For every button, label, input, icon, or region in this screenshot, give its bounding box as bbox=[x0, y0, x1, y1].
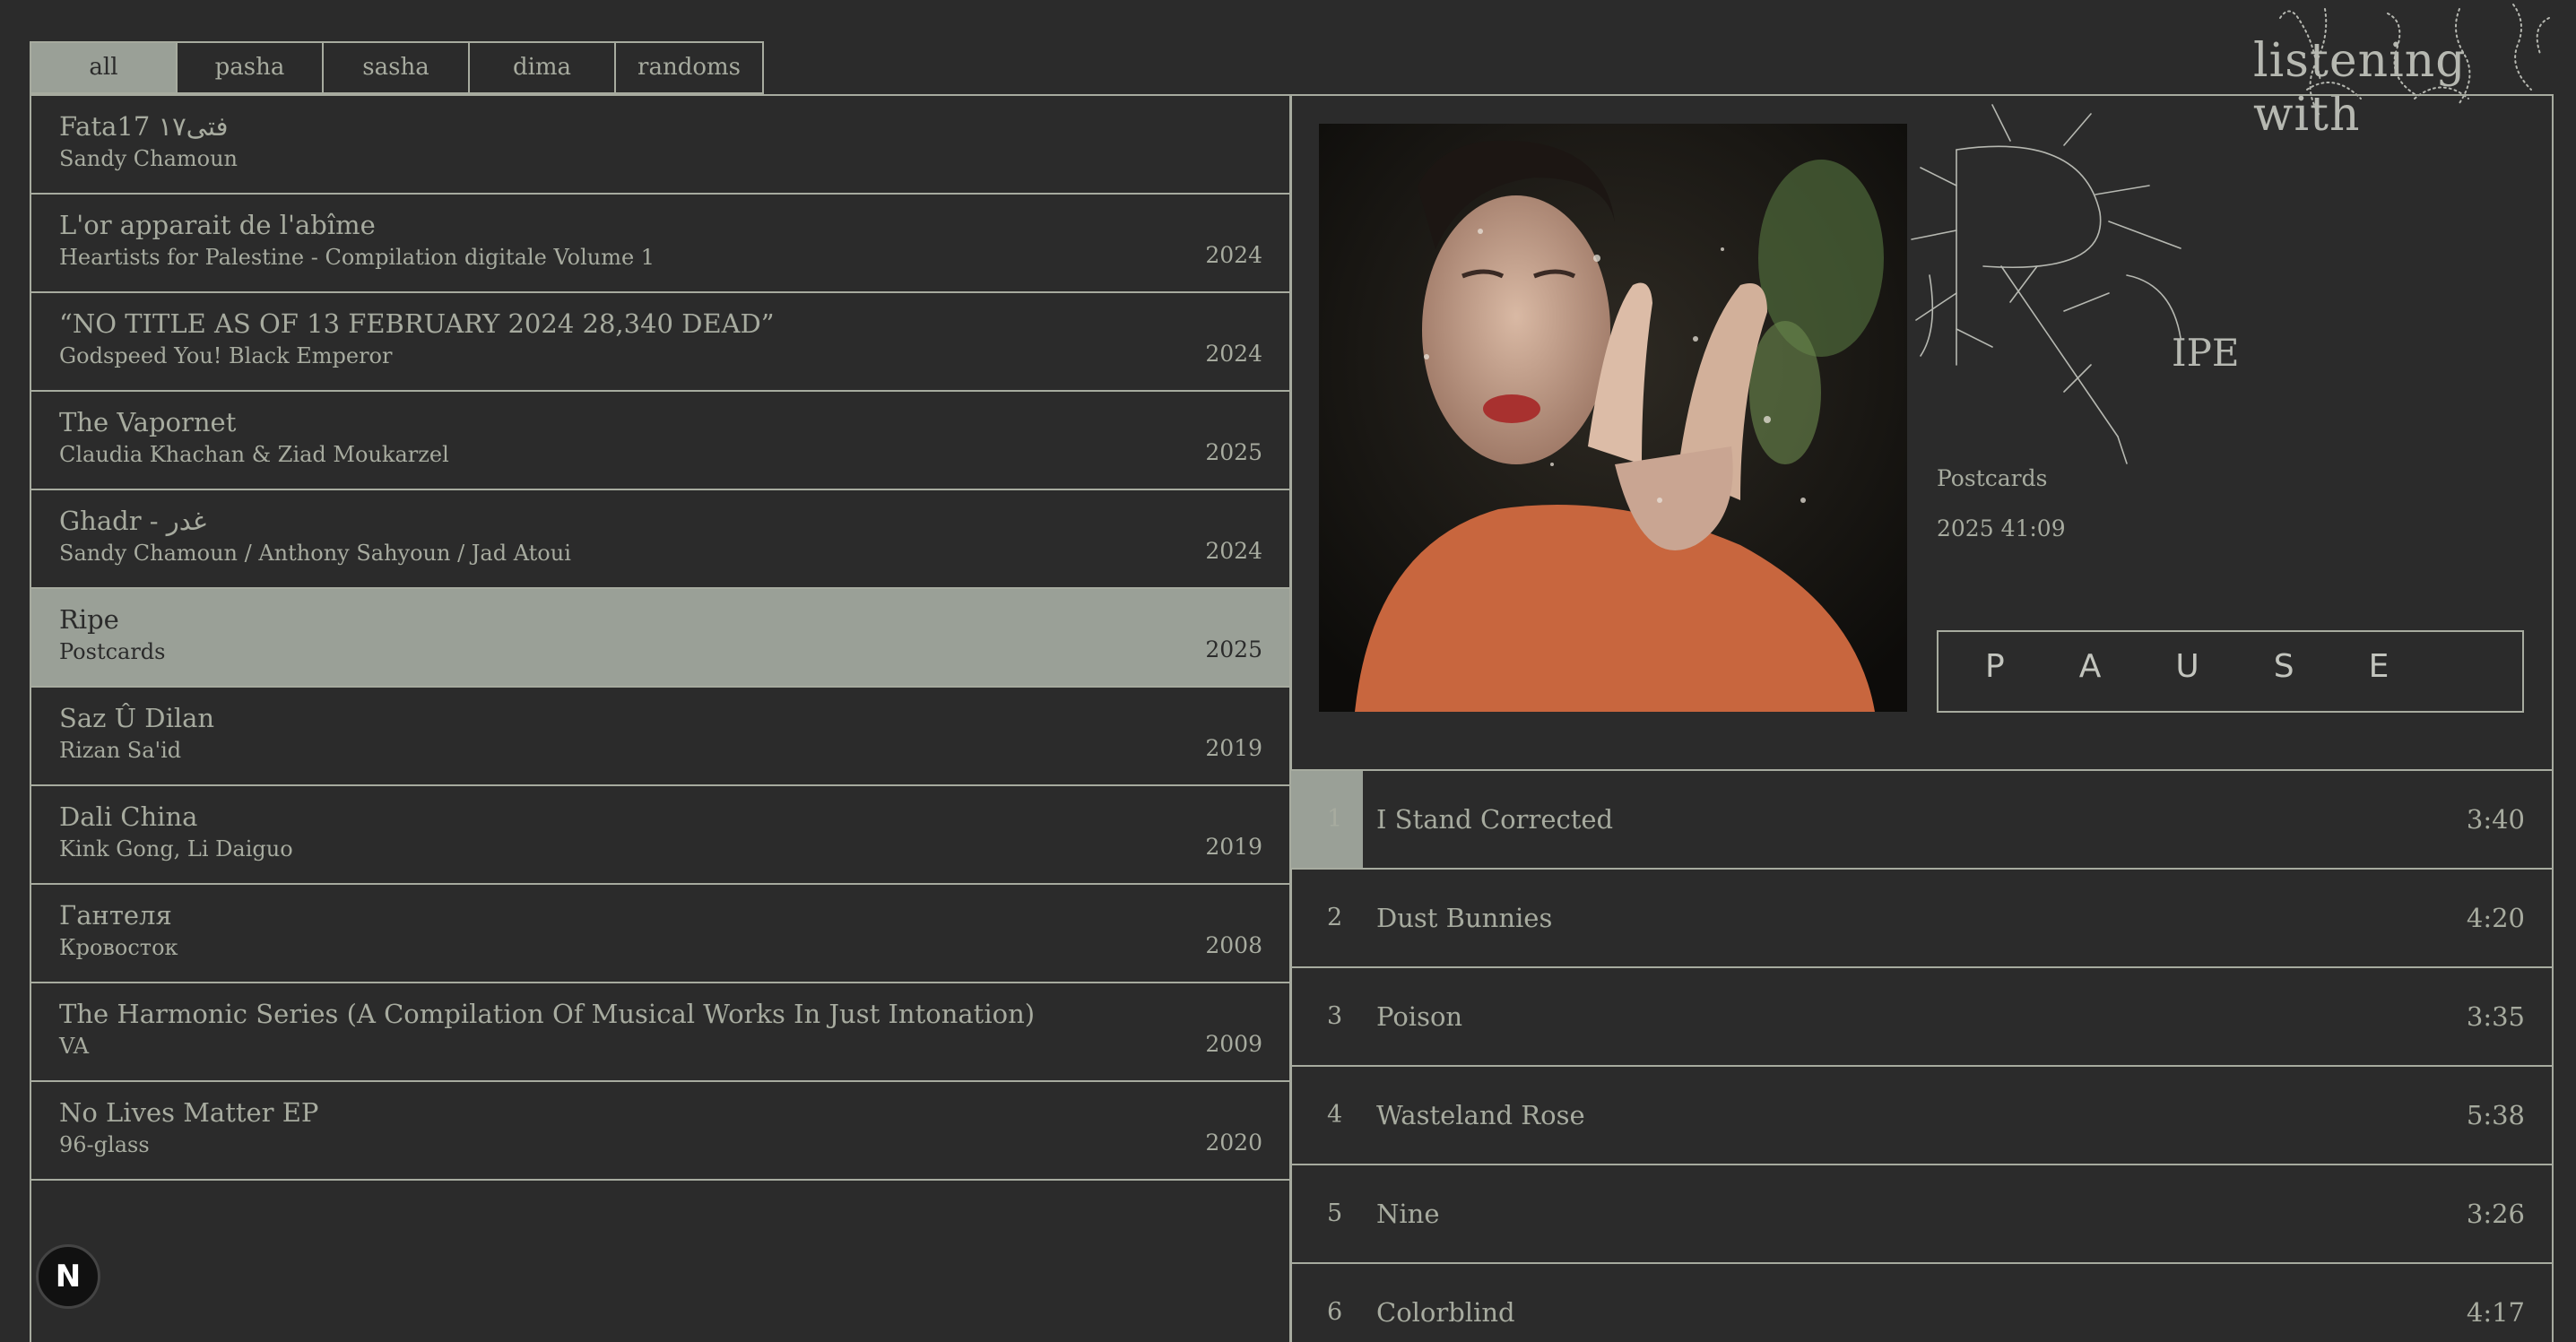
album-initial-vines-icon bbox=[1911, 104, 2181, 464]
album-year: 2025 bbox=[1205, 439, 1262, 465]
album-artist: Rizan Sa'id bbox=[59, 738, 182, 763]
album-year: 2009 bbox=[1205, 1031, 1262, 1057]
track-number: 2 bbox=[1327, 904, 1343, 931]
track-number: 5 bbox=[1327, 1199, 1343, 1227]
tab-all[interactable]: all bbox=[31, 43, 178, 92]
album-artist: Sandy Chamoun / Anthony Sahyoun / Jad At… bbox=[59, 541, 571, 566]
album-year: 2024 bbox=[1205, 242, 1262, 268]
album-title: “NO TITLE AS OF 13 FEBRUARY 2024 28,340 … bbox=[59, 308, 775, 339]
album-year: 2025 bbox=[1205, 636, 1262, 662]
tab-dima[interactable]: dima bbox=[470, 43, 616, 92]
tab-pasha[interactable]: pasha bbox=[178, 43, 324, 92]
list-item[interactable]: The Harmonic Series (A Compilation Of Mu… bbox=[31, 983, 1290, 1082]
list-item[interactable]: No Lives Matter EP 96-glass 2020 bbox=[31, 1082, 1290, 1181]
album-title: No Lives Matter EP bbox=[59, 1097, 319, 1128]
track-row[interactable]: 2 Dust Bunnies 4:20 bbox=[1291, 868, 2552, 966]
track-row[interactable]: 3 Poison 3:35 bbox=[1291, 966, 2552, 1065]
list-item[interactable]: Saz Û Dilan Rizan Sa'id 2019 bbox=[31, 688, 1290, 786]
album-year: 2024 bbox=[1205, 538, 1262, 564]
track-row[interactable]: 5 Nine 3:26 bbox=[1291, 1164, 2552, 1262]
track-title: Nine bbox=[1376, 1199, 1440, 1229]
list-item[interactable]: Dali China Kink Gong, Li Daiguo 2019 bbox=[31, 786, 1290, 885]
track-number: 4 bbox=[1327, 1101, 1343, 1129]
album-artist: Sandy Chamoun bbox=[59, 146, 239, 171]
pause-label: P A U S E bbox=[1985, 648, 2390, 685]
album-year: 2020 bbox=[1205, 1130, 1262, 1156]
album-title: Dali China bbox=[59, 801, 198, 832]
album-title: L'or apparait de l'abîme bbox=[59, 210, 376, 240]
list-item[interactable]: The Vapornet Claudia Khachan & Ziad Mouk… bbox=[31, 392, 1290, 490]
album-detail-panel: IPE Postcards 2025 41:09 P A U S E 1 I S… bbox=[1289, 94, 2554, 1342]
track-duration: 3:26 bbox=[2466, 1199, 2525, 1229]
pause-letter: E bbox=[2368, 648, 2391, 685]
album-title: The Harmonic Series (A Compilation Of Mu… bbox=[59, 999, 1036, 1029]
list-item[interactable]: Гантеля Кровосток 2008 bbox=[31, 885, 1290, 983]
album-artist-link[interactable]: Postcards bbox=[1937, 463, 2047, 494]
track-row[interactable]: 4 Wasteland Rose 5:38 bbox=[1291, 1065, 2552, 1164]
list-item[interactable]: L'or apparait de l'abîme Heartists for P… bbox=[31, 195, 1290, 293]
list-item[interactable]: “NO TITLE AS OF 13 FEBRUARY 2024 28,340 … bbox=[31, 293, 1290, 392]
album-title: Fata17 فتى١٧ bbox=[59, 111, 229, 142]
track-number: 3 bbox=[1327, 1002, 1343, 1030]
pause-letter: P bbox=[1985, 648, 2007, 685]
track-row[interactable]: 1 I Stand Corrected 3:40 bbox=[1291, 769, 2552, 868]
album-artist: Kink Gong, Li Daiguo bbox=[59, 836, 293, 861]
track-title: Poison bbox=[1376, 1001, 1463, 1032]
pause-letter: A bbox=[2078, 648, 2103, 685]
track-title: Dust Bunnies bbox=[1376, 903, 1553, 933]
album-title: The Vapornet bbox=[59, 407, 237, 437]
track-duration: 4:20 bbox=[2466, 903, 2525, 933]
tab-randoms[interactable]: randoms bbox=[616, 43, 762, 92]
album-cover-image bbox=[1319, 124, 1907, 712]
album-artist: VA bbox=[59, 1034, 90, 1059]
track-number: 6 bbox=[1327, 1298, 1343, 1326]
track-number: 1 bbox=[1327, 805, 1343, 833]
album-title: Ghadr - غدر bbox=[59, 506, 207, 536]
album-year: 2019 bbox=[1205, 735, 1262, 761]
album-artist: Кровосток bbox=[59, 935, 178, 960]
album-title-display: IPE bbox=[2172, 331, 2240, 375]
track-list: 1 I Stand Corrected 3:40 2 Dust Bunnies … bbox=[1291, 769, 2552, 1342]
album-artist: Heartists for Palestine - Compilation di… bbox=[59, 245, 655, 270]
album-title: Saz Û Dilan bbox=[59, 703, 215, 733]
album-year-duration: 2025 41:09 bbox=[1937, 515, 2066, 541]
album-artist: Postcards bbox=[59, 639, 166, 664]
track-title: Colorblind bbox=[1376, 1297, 1515, 1328]
pause-letter: S bbox=[2273, 648, 2296, 685]
track-title: I Stand Corrected bbox=[1376, 804, 1614, 835]
album-year: 2024 bbox=[1205, 341, 1262, 367]
list-item[interactable]: Ghadr - غدر Sandy Chamoun / Anthony Sahy… bbox=[31, 490, 1290, 589]
track-duration: 3:35 bbox=[2466, 1001, 2525, 1032]
n-badge-button[interactable]: N bbox=[36, 1244, 100, 1309]
cover-art bbox=[1319, 124, 1907, 712]
album-list: Fata17 فتى١٧ Sandy Chamoun L'or apparait… bbox=[30, 94, 1292, 1342]
album-title: Гантеля bbox=[59, 900, 172, 931]
track-title: Wasteland Rose bbox=[1376, 1100, 1585, 1130]
list-item[interactable]: Fata17 فتى١٧ Sandy Chamoun bbox=[31, 96, 1290, 195]
track-duration: 4:17 bbox=[2466, 1297, 2525, 1328]
tab-sasha[interactable]: sasha bbox=[324, 43, 470, 92]
filter-tabs: all pasha sasha dima randoms bbox=[30, 41, 764, 94]
list-item-selected[interactable]: Ripe Postcards 2025 bbox=[31, 589, 1290, 688]
album-year: 2008 bbox=[1205, 932, 1262, 958]
album-title: Ripe bbox=[59, 604, 119, 635]
album-artist: Godspeed You! Black Emperor bbox=[59, 343, 393, 368]
track-duration: 3:40 bbox=[2466, 804, 2525, 835]
album-year: 2019 bbox=[1205, 834, 1262, 860]
track-duration: 5:38 bbox=[2466, 1100, 2525, 1130]
pause-letter: U bbox=[2175, 648, 2201, 685]
pause-button[interactable]: P A U S E bbox=[1937, 630, 2524, 713]
album-artist: Claudia Khachan & Ziad Moukarzel bbox=[59, 442, 449, 467]
track-row[interactable]: 6 Colorblind 4:17 bbox=[1291, 1262, 2552, 1342]
album-artist: 96-glass bbox=[59, 1132, 150, 1157]
